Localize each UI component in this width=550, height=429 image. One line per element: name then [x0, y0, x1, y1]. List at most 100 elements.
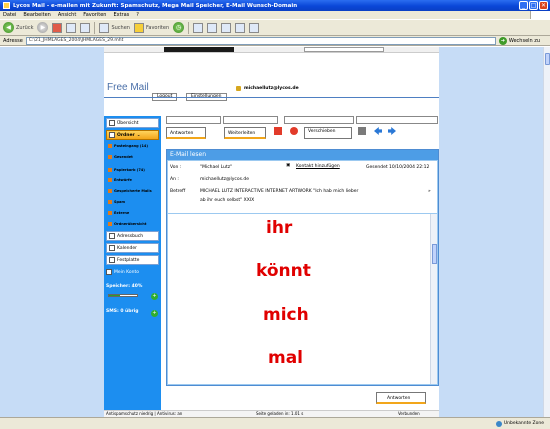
refresh-icon[interactable] — [66, 22, 77, 33]
previous-arrow-icon[interactable] — [374, 127, 382, 135]
forward-arrow-icon[interactable]: ▶ — [37, 22, 49, 33]
calendar-icon — [109, 245, 115, 251]
menu-datei[interactable]: Datei — [3, 12, 16, 18]
folder-saved[interactable]: Gespeicherte Mails — [108, 189, 152, 193]
messenger-icon[interactable] — [249, 22, 260, 33]
folder-inbox[interactable]: Posteingang (14) — [108, 144, 148, 148]
back-label: Zurück — [16, 24, 34, 31]
page-scrollbar-thumb[interactable] — [545, 53, 550, 65]
discuss-icon[interactable] — [235, 22, 246, 33]
address-input[interactable]: C:\21_JHMLAGES_2004\JHMLAGES_29.mht — [25, 36, 496, 45]
address-bar: Adresse C:\21_JHMLAGES_2004\JHMLAGES_29.… — [0, 36, 550, 46]
maximize-button[interactable]: □ — [529, 1, 538, 10]
folder-sent[interactable]: Gesendet — [108, 155, 133, 159]
reply-label: Antworten — [170, 131, 194, 136]
bottom-reply-button[interactable]: Antworten — [376, 392, 426, 404]
home-icon[interactable] — [80, 22, 91, 33]
calendar-label: Kalender — [117, 245, 137, 251]
action-input-2[interactable] — [223, 116, 278, 124]
close-button[interactable]: ✕ — [539, 1, 548, 10]
drafts-icon — [108, 178, 112, 182]
add-storage-icon[interactable]: + — [151, 293, 158, 300]
edit-icon[interactable] — [221, 22, 232, 33]
top-banner — [164, 47, 234, 52]
page-scrollbar[interactable] — [543, 47, 550, 417]
top-search-field[interactable] — [304, 47, 384, 52]
folder-overview[interactable]: Ordnerübersicht — [108, 222, 146, 226]
move-select[interactable]: Verschieben — [304, 127, 352, 139]
action-input-4[interactable] — [356, 116, 438, 124]
sidebar-item-disk[interactable]: Festplatte — [106, 255, 159, 265]
title-bar: Lycos Mail - e-mailen mit Zukunft: Spams… — [0, 0, 550, 11]
message-header: Von : "Michael Lutz" ▣ Kontakt hinzufüge… — [168, 161, 437, 213]
message-body: ihr könnt mich mal — [168, 214, 437, 384]
overview-icon — [109, 120, 115, 126]
forward-button[interactable]: Weiterleiten — [224, 127, 266, 139]
lock-icon — [236, 86, 241, 91]
sidebar-item-folders[interactable]: Ordner ⌄ — [106, 130, 159, 140]
mail-icon[interactable] — [193, 22, 204, 33]
menu-ansicht[interactable]: Ansicht — [58, 12, 76, 18]
top-strip — [104, 47, 439, 53]
trash-icon — [108, 168, 112, 172]
stop-icon[interactable] — [52, 22, 63, 33]
menu-extras[interactable]: Extras — [113, 12, 129, 18]
action-input-3[interactable] — [284, 116, 354, 124]
print-icon[interactable] — [358, 127, 366, 135]
delete-icon[interactable] — [274, 127, 282, 135]
history-icon[interactable]: ◷ — [173, 22, 185, 33]
menu-help[interactable]: ? — [136, 12, 139, 18]
back-button[interactable]: ◀ Zurück — [3, 22, 33, 33]
add-sms-icon[interactable]: + — [151, 310, 158, 317]
footer-connected: Verbunden — [398, 411, 420, 416]
sent-icon — [108, 155, 112, 159]
favorites-button[interactable]: Favoriten — [133, 22, 170, 33]
account-icon — [106, 269, 112, 275]
folder-trash[interactable]: Papierkorb (74) — [108, 168, 145, 172]
folder-icon — [109, 132, 115, 138]
storage-progress-fill — [109, 295, 121, 296]
folder-external[interactable]: Externe — [108, 211, 129, 215]
toolbar-separator — [188, 21, 190, 34]
search-button[interactable]: Suchen — [99, 22, 130, 33]
external-icon — [108, 211, 112, 215]
add-contact-icon[interactable]: ▣ — [286, 163, 290, 168]
move-label: Verschieben — [308, 129, 336, 134]
subject-label: Betreff — [170, 189, 186, 194]
addressbook-icon — [109, 233, 115, 239]
toolbar-separator — [94, 21, 96, 34]
browser-viewport: Free Mail Logout Einstellungen michaellu… — [0, 47, 543, 417]
folder-spam[interactable]: Spam — [108, 200, 125, 204]
sidebar-item-addressbook[interactable]: Adressbuch — [106, 231, 159, 241]
minimize-button[interactable]: _ — [519, 1, 528, 10]
reply-button[interactable]: Antworten — [166, 127, 206, 139]
print-icon[interactable] — [207, 22, 218, 33]
favorites-label: Favoriten — [145, 24, 170, 31]
add-contact-link[interactable]: Kontakt hinzufügen — [296, 164, 340, 169]
folder-label: Entwürfe — [114, 178, 132, 182]
star-icon — [133, 22, 144, 33]
sidebar-item-overview[interactable]: Übersicht — [106, 118, 159, 128]
folder-label: Papierkorb (74) — [114, 168, 145, 172]
expand-icon[interactable]: » — [428, 189, 431, 194]
go-button[interactable]: ➜ Wechseln zu — [498, 36, 540, 45]
windows-logo — [530, 11, 550, 19]
panel-title: E-Mail lesen — [167, 150, 438, 160]
footer-security: Antispamschutz niedrig | Antivirus: an — [106, 411, 183, 416]
window-title: Lycos Mail - e-mailen mit Zukunft: Spams… — [13, 2, 298, 9]
security-zone: Unbekannte Zone — [495, 420, 544, 427]
sidebar-item-calendar[interactable]: Kalender — [106, 243, 159, 253]
menu-favoriten[interactable]: Favoriten — [83, 12, 106, 18]
menu-bearbeiten[interactable]: Bearbeiten — [23, 12, 50, 18]
next-arrow-icon[interactable] — [388, 127, 396, 135]
header-divider — [104, 97, 439, 98]
spam-block-icon[interactable] — [290, 127, 298, 135]
globe-icon — [495, 420, 502, 427]
inbox-icon — [108, 144, 112, 148]
folder-drafts[interactable]: Entwürfe — [108, 178, 132, 182]
action-input-1[interactable] — [166, 116, 221, 124]
message-scrollbar-thumb[interactable] — [432, 244, 437, 264]
webmail-page: Free Mail Logout Einstellungen michaellu… — [104, 47, 439, 417]
message-scrollbar[interactable] — [430, 214, 437, 384]
sidebar-item-account[interactable]: Mein Konto — [106, 269, 159, 275]
